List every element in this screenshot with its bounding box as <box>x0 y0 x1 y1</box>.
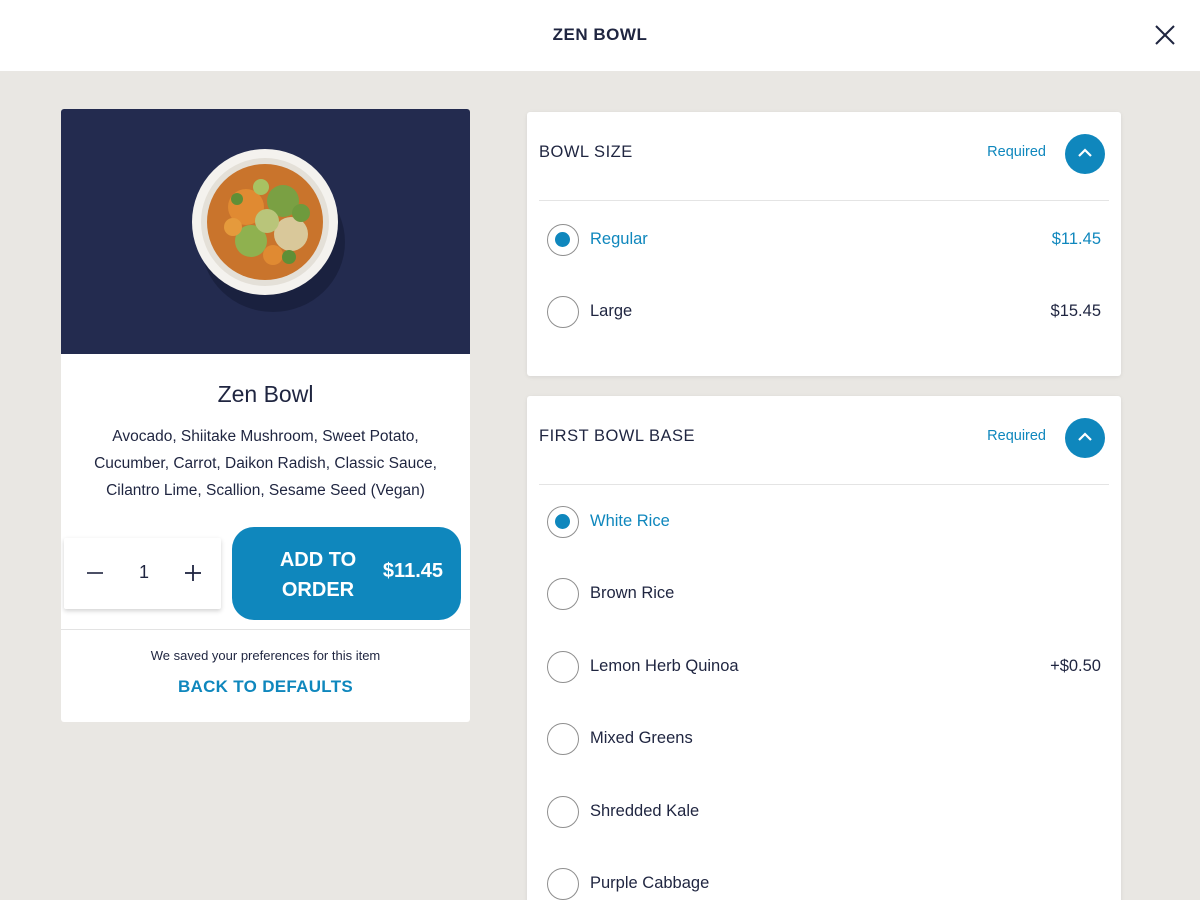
required-badge: Required <box>987 144 1046 160</box>
option-label: Brown Rice <box>590 584 675 602</box>
section-divider <box>539 484 1109 485</box>
option-label: Mixed Greens <box>590 729 693 747</box>
option-lemon-herb-quinoa[interactable]: Lemon Herb Quinoa +$0.50 <box>527 639 1121 695</box>
saved-preferences-note: We saved your preferences for this item <box>150 648 381 663</box>
bowl-size-section: BOWL SIZE Required Regular $11.45 Large … <box>527 112 1121 376</box>
section-title: FIRST BOWL BASE <box>539 427 696 445</box>
section-divider <box>539 200 1109 201</box>
option-label: Large <box>590 302 633 320</box>
chevron-up-icon <box>1078 148 1092 157</box>
back-to-defaults-link[interactable]: BACK TO DEFAULTS <box>61 677 470 697</box>
page-title: ZEN BOWL <box>552 25 648 44</box>
radio-selected[interactable] <box>547 224 579 256</box>
top-bar: ZEN BOWL <box>0 0 1200 71</box>
required-badge: Required <box>987 428 1046 444</box>
minus-icon[interactable] <box>82 560 108 586</box>
option-regular[interactable]: Regular $11.45 <box>527 212 1121 268</box>
chevron-up-icon <box>1078 432 1092 441</box>
add-to-order-label: ADD TO ORDER <box>279 549 357 601</box>
option-label: White Rice <box>590 512 670 530</box>
close-icon[interactable] <box>1152 22 1178 48</box>
plus-icon[interactable] <box>180 560 206 586</box>
product-description: Avocado, Shiitake Mushroom, Sweet Potato… <box>94 428 437 499</box>
section-title: BOWL SIZE <box>539 143 633 161</box>
radio-unselected[interactable] <box>547 868 579 900</box>
product-image <box>61 109 470 354</box>
option-label: Lemon Herb Quinoa <box>590 657 739 675</box>
quantity-stepper: 1 <box>64 538 221 609</box>
radio-unselected[interactable] <box>547 578 579 610</box>
quantity-value: 1 <box>138 562 149 582</box>
radio-unselected[interactable] <box>547 723 579 755</box>
add-to-order-price: $11.45 <box>382 560 443 582</box>
radio-unselected[interactable] <box>547 296 579 328</box>
divider <box>61 629 470 630</box>
option-brown-rice[interactable]: Brown Rice <box>527 566 1121 622</box>
option-large[interactable]: Large $15.45 <box>527 284 1121 340</box>
product-name: Zen Bowl <box>217 381 314 407</box>
option-shredded-kale[interactable]: Shredded Kale <box>527 784 1121 840</box>
bowl-size-header[interactable]: BOWL SIZE Required <box>527 112 1121 200</box>
first-bowl-base-header[interactable]: FIRST BOWL BASE Required <box>527 396 1121 484</box>
option-label: Regular <box>590 230 648 248</box>
first-bowl-base-section: FIRST BOWL BASE Required White Rice Brow… <box>527 396 1121 900</box>
radio-unselected[interactable] <box>547 796 579 828</box>
radio-unselected[interactable] <box>547 651 579 683</box>
product-card: Zen Bowl Avocado, Shiitake Mushroom, Swe… <box>61 109 470 722</box>
collapse-button[interactable] <box>1065 134 1105 174</box>
option-price: $11.45 <box>1051 230 1101 248</box>
collapse-button[interactable] <box>1065 418 1105 458</box>
option-purple-cabbage[interactable]: Purple Cabbage <box>527 856 1121 900</box>
radio-selected[interactable] <box>547 506 579 538</box>
option-label: Shredded Kale <box>590 802 700 820</box>
option-price: $15.45 <box>1050 302 1101 320</box>
option-mixed-greens[interactable]: Mixed Greens <box>527 711 1121 767</box>
add-to-order-button[interactable]: ADD TO ORDER $11.45 <box>232 527 461 620</box>
option-price: +$0.50 <box>1050 657 1101 675</box>
option-white-rice[interactable]: White Rice <box>527 494 1121 550</box>
option-label: Purple Cabbage <box>590 874 710 892</box>
